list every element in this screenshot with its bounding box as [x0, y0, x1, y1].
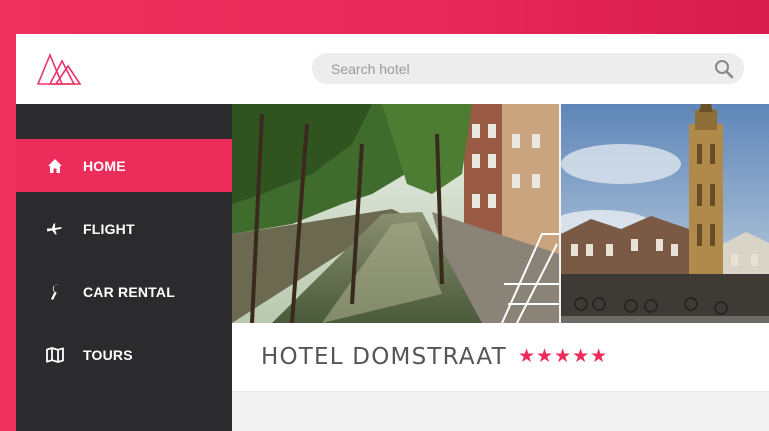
sidebar-item-tours[interactable]: TOURS — [16, 328, 232, 381]
hotel-info-bar: HOTEL DOMSTRAAT ★★★★★ — [232, 323, 769, 392]
cathedral-photo[interactable] — [561, 104, 769, 323]
sidebar: HOME FLIGHT CAR RENTAL TOURS — [16, 104, 232, 431]
star-rating: ★★★★★ — [518, 346, 609, 367]
hotel-name: HOTEL DOMSTRAAT — [261, 344, 507, 370]
search-input[interactable] — [312, 53, 721, 84]
top-bar — [16, 34, 769, 104]
search-icon[interactable] — [714, 59, 734, 79]
sidebar-item-home[interactable]: HOME — [16, 139, 232, 192]
sidebar-item-flight[interactable]: FLIGHT — [16, 202, 232, 255]
home-icon — [46, 157, 64, 175]
sidebar-item-car-rental[interactable]: CAR RENTAL — [16, 265, 232, 318]
plane-icon — [46, 220, 64, 238]
sidebar-item-label: HOME — [83, 157, 126, 174]
sidebar-item-label: FLIGHT — [83, 220, 135, 237]
sidebar-item-label: TOURS — [83, 346, 133, 363]
wrench-icon — [46, 283, 64, 301]
app-window: HOME FLIGHT CAR RENTAL TOURS — [16, 34, 769, 431]
sidebar-item-label: CAR RENTAL — [83, 283, 175, 300]
main-content: HOTEL DOMSTRAAT ★★★★★ — [232, 104, 769, 431]
map-icon — [46, 346, 64, 364]
canal-photo[interactable] — [232, 104, 559, 323]
logo-icon[interactable] — [36, 52, 82, 86]
search-bar — [312, 53, 744, 84]
